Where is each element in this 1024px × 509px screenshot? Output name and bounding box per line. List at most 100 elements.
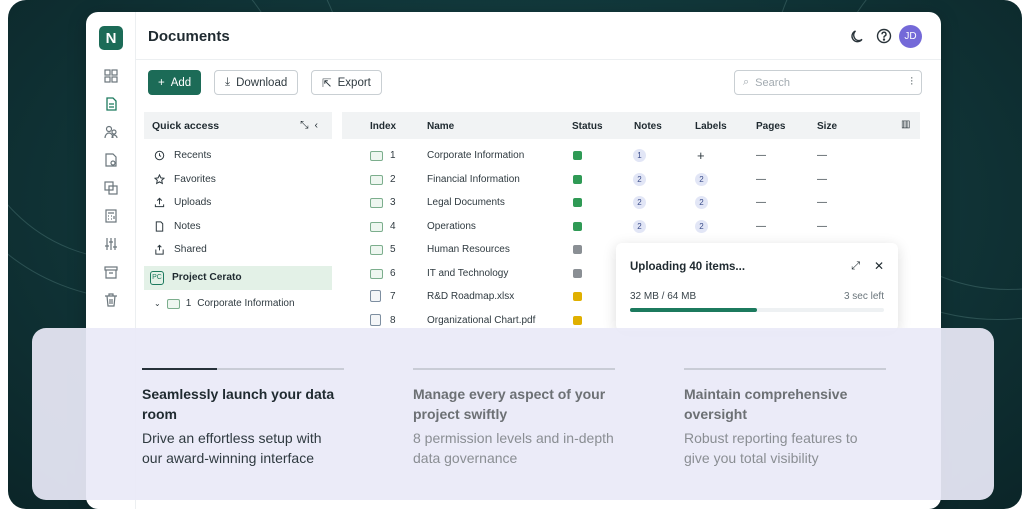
- folder-icon: [370, 268, 383, 279]
- row-index: 3: [390, 197, 396, 208]
- feature-3[interactable]: Maintain comprehensive oversight Robust …: [684, 368, 886, 468]
- collapse-icon[interactable]: ⤡‹: [300, 119, 324, 132]
- row-pages: —: [756, 173, 766, 185]
- table-row[interactable]: 3 Legal Documents 2 2 — —: [342, 191, 920, 215]
- sidebar-item-favorites[interactable]: Favorites: [144, 168, 332, 192]
- sidebar-item-recents[interactable]: Recents: [144, 144, 332, 168]
- expand-icon[interactable]: ⤢: [851, 260, 860, 273]
- row-index: 7: [390, 291, 396, 302]
- sidebar-item-project[interactable]: PC Project Cerato: [144, 265, 332, 290]
- plus-icon: +: [158, 76, 165, 89]
- row-name[interactable]: IT and Technology: [427, 268, 508, 279]
- notes-badge[interactable]: 2: [633, 219, 646, 233]
- labels-badge[interactable]: 2: [695, 196, 708, 209]
- search-placeholder: Search: [755, 76, 791, 89]
- row-name[interactable]: Financial Information: [427, 174, 520, 185]
- moon-icon[interactable]: [849, 28, 865, 44]
- status-icon: [573, 268, 582, 278]
- column-pages[interactable]: Pages: [756, 121, 785, 132]
- tree-index: 1: [185, 298, 192, 309]
- notes-badge[interactable]: 1: [633, 149, 646, 162]
- row-index: 4: [390, 220, 396, 232]
- add-label: Add: [170, 76, 192, 89]
- row-name[interactable]: Corporate Information: [427, 150, 524, 161]
- sidebar-item-notes[interactable]: Notes: [144, 215, 332, 239]
- row-pages: —: [756, 220, 766, 232]
- labels-badge[interactable]: 2: [695, 219, 708, 233]
- add-label-icon[interactable]: +: [697, 148, 705, 163]
- archive-icon[interactable]: [103, 264, 119, 280]
- sidebar-item-shared[interactable]: Shared: [144, 238, 332, 262]
- share-icon: [155, 244, 164, 255]
- sidebar-item-label: Recents: [174, 150, 212, 162]
- columns-icon[interactable]: ▥: [901, 119, 910, 130]
- column-index[interactable]: Index: [370, 121, 396, 132]
- download-icon: ⤓: [225, 76, 231, 88]
- feature-title: Manage every aspect of your project swif…: [413, 386, 606, 422]
- table-row[interactable]: 4 Operations 2 2 — —: [342, 215, 920, 239]
- quick-access-header: Quick access ⤡‹: [144, 112, 332, 139]
- status-icon: [573, 292, 582, 301]
- trash-icon[interactable]: [103, 292, 119, 308]
- feature-2[interactable]: Manage every aspect of your project swif…: [413, 368, 615, 468]
- report-icon[interactable]: [103, 152, 119, 168]
- notes-badge[interactable]: 2: [633, 196, 646, 209]
- download-button[interactable]: ⤓ Download: [214, 70, 299, 95]
- chevron-down-icon[interactable]: ⌄: [154, 299, 161, 308]
- history-icon: [154, 151, 165, 161]
- tree-item[interactable]: ⌄ 1 Corporate Information: [144, 293, 332, 315]
- sidebar-item-uploads[interactable]: Uploads: [144, 191, 332, 215]
- help-icon[interactable]: [876, 28, 892, 44]
- dashboard-icon[interactable]: [103, 68, 119, 84]
- row-pages: —: [756, 150, 766, 161]
- column-notes[interactable]: Notes: [634, 121, 662, 132]
- row-name[interactable]: Human Resources: [427, 244, 510, 255]
- table-row[interactable]: 1 Corporate Information 1 + — —: [342, 144, 920, 168]
- notes-badge[interactable]: 2: [633, 172, 646, 186]
- note-icon: [155, 221, 164, 232]
- column-name[interactable]: Name: [427, 121, 454, 132]
- row-name[interactable]: Organizational Chart.pdf: [427, 315, 535, 326]
- table-row[interactable]: 2 Financial Information 2 2 — —: [342, 168, 920, 192]
- feature-1[interactable]: Seamlessly launch your data room Drive a…: [142, 368, 344, 468]
- row-index: 5: [390, 244, 396, 255]
- file-icon: [370, 290, 381, 302]
- close-icon[interactable]: ✕: [874, 259, 884, 273]
- project-label: Project Cerato: [172, 272, 242, 283]
- row-name[interactable]: R&D Roadmap.xlsx: [427, 291, 514, 302]
- feature-desc: Robust reporting features to give you to…: [684, 430, 858, 466]
- status-icon: [573, 221, 582, 231]
- project-badge: PC: [150, 270, 164, 285]
- sidebar-item-label: Favorites: [174, 173, 216, 185]
- filter-icon[interactable]: ⫶: [910, 76, 913, 89]
- status-icon: [573, 245, 582, 254]
- row-index: 8: [390, 314, 396, 326]
- copy-icon[interactable]: [103, 180, 119, 196]
- users-icon[interactable]: [103, 124, 119, 140]
- row-name[interactable]: Operations: [427, 221, 476, 232]
- column-labels[interactable]: Labels: [695, 121, 727, 132]
- status-icon: [573, 198, 582, 207]
- row-size: —: [817, 220, 827, 232]
- row-name[interactable]: Legal Documents: [427, 197, 505, 208]
- row-index: 1: [390, 150, 396, 161]
- search-input[interactable]: ⌕ Search ⫶: [734, 70, 922, 95]
- sliders-icon[interactable]: [103, 236, 119, 252]
- feature-indicator: [413, 368, 615, 370]
- table-header: Index Name Status Notes Labels Pages Siz…: [342, 112, 920, 139]
- status-icon: [573, 315, 582, 325]
- labels-badge[interactable]: 2: [695, 172, 708, 186]
- column-status[interactable]: Status: [572, 121, 603, 132]
- feature-title: Seamlessly launch your data room: [142, 386, 335, 422]
- feature-desc: 8 permission levels and in-depth data go…: [413, 430, 614, 466]
- column-size[interactable]: Size: [817, 121, 837, 132]
- documents-icon[interactable]: [103, 96, 119, 112]
- add-button[interactable]: + Add: [148, 70, 202, 95]
- folder-icon: [370, 245, 383, 255]
- logo[interactable]: N: [99, 26, 123, 50]
- export-label: Export: [337, 76, 371, 89]
- calculator-icon[interactable]: [103, 208, 119, 224]
- avatar[interactable]: JD: [899, 25, 922, 48]
- export-button[interactable]: ⇱ Export: [311, 70, 382, 95]
- folder-icon: [370, 198, 383, 208]
